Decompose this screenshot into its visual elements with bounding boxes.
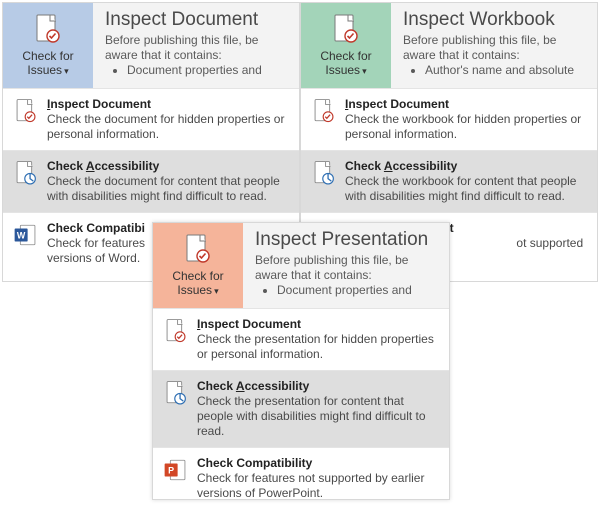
header-subtitle: Before publishing this file, be aware th… bbox=[403, 33, 587, 63]
chevron-down-icon: ▾ bbox=[62, 66, 69, 76]
menu-item-desc: Check the workbook for content that peop… bbox=[345, 174, 587, 204]
menu-item-check-accessibility[interactable]: Check Accessibility Check the presentati… bbox=[153, 370, 449, 447]
header-bullet: Document properties and bbox=[277, 283, 439, 297]
svg-text:P: P bbox=[168, 465, 174, 475]
menu-item-title: Inspect Document bbox=[345, 97, 587, 111]
inspect-document-icon bbox=[13, 98, 39, 124]
inspect-document-icon bbox=[32, 13, 64, 45]
check-for-issues-button[interactable]: Check forIssues▾ bbox=[301, 3, 391, 88]
header-text: Inspect Document Before publishing this … bbox=[93, 3, 299, 88]
header-bullet: Document properties and bbox=[127, 63, 289, 77]
menu-item-desc: Check the document for hidden properties… bbox=[47, 112, 289, 142]
powerpoint-app-icon: P bbox=[163, 457, 189, 483]
chevron-down-icon: ▾ bbox=[360, 66, 367, 76]
inspect-document-icon bbox=[163, 318, 189, 344]
menu-item-desc: Check the workbook for hidden properties… bbox=[345, 112, 587, 142]
inspect-document-icon bbox=[311, 98, 337, 124]
chevron-down-icon: ▾ bbox=[212, 286, 219, 296]
menu-item-check-compatibility[interactable]: P Check Compatibility Check for features… bbox=[153, 447, 449, 509]
menu-item-inspect-document[interactable]: Inspect Document Check the presentation … bbox=[153, 308, 449, 370]
menu-item-title: Check Accessibility bbox=[345, 159, 587, 173]
accessibility-icon bbox=[13, 160, 39, 186]
header-text: Inspect Presentation Before publishing t… bbox=[243, 223, 449, 308]
menu-item-title: Inspect Document bbox=[197, 317, 439, 331]
powerpoint-panel: Check forIssues▾ Inspect Presentation Be… bbox=[152, 222, 450, 500]
menu-item-inspect-document[interactable]: Inspect Document Check the workbook for … bbox=[301, 88, 597, 150]
menu-item-title: Check Accessibility bbox=[197, 379, 439, 393]
menu-item-desc: Check for features not supported by earl… bbox=[197, 471, 439, 501]
header-subtitle: Before publishing this file, be aware th… bbox=[255, 253, 439, 283]
menu-item-desc: Check the document for content that peop… bbox=[47, 174, 289, 204]
header-title: Inspect Presentation bbox=[255, 229, 439, 251]
menu-item-check-accessibility[interactable]: Check Accessibility Check the document f… bbox=[3, 150, 299, 212]
menu-item-desc: Check the presentation for hidden proper… bbox=[197, 332, 439, 362]
menu-item-title: Check Accessibility bbox=[47, 159, 289, 173]
check-for-issues-button[interactable]: Check forIssues▾ bbox=[3, 3, 93, 88]
menu-item-check-accessibility[interactable]: Check Accessibility Check the workbook f… bbox=[301, 150, 597, 212]
header-bullet: Author's name and absolute bbox=[425, 63, 587, 77]
menu-item-title: Check Compatibility bbox=[197, 456, 439, 470]
header-title: Inspect Workbook bbox=[403, 9, 587, 31]
check-for-issues-button[interactable]: Check forIssues▾ bbox=[153, 223, 243, 308]
menu-item-title: Inspect Document bbox=[47, 97, 289, 111]
word-app-icon: W bbox=[13, 222, 39, 248]
menu-item-desc: Check the presentation for content that … bbox=[197, 394, 439, 439]
inspect-document-icon bbox=[182, 233, 214, 265]
menu-item-inspect-document[interactable]: Inspect Document Check the document for … bbox=[3, 88, 299, 150]
header-subtitle: Before publishing this file, be aware th… bbox=[105, 33, 289, 63]
inspect-document-icon bbox=[330, 13, 362, 45]
header-text: Inspect Workbook Before publishing this … bbox=[391, 3, 597, 88]
accessibility-icon bbox=[311, 160, 337, 186]
svg-text:W: W bbox=[17, 230, 26, 240]
header-title: Inspect Document bbox=[105, 9, 289, 31]
accessibility-icon bbox=[163, 380, 189, 406]
